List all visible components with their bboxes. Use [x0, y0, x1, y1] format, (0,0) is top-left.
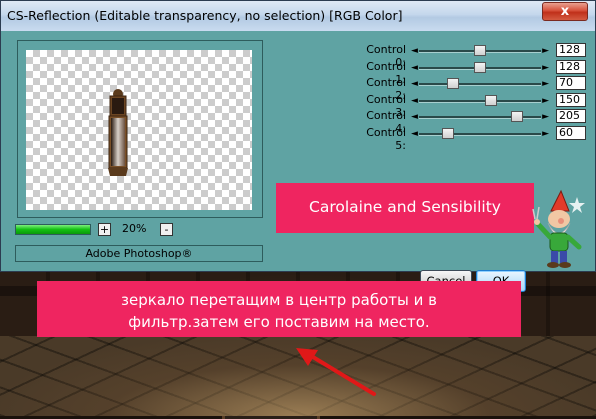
- control-row: Control 4: ◄ ► 205: [346, 109, 586, 135]
- slider-right-arrow-icon[interactable]: ►: [542, 46, 549, 56]
- slider-left-arrow-icon[interactable]: ◄: [411, 112, 418, 122]
- control-row: Control 3: ◄ ► 150: [346, 92, 586, 119]
- control-row: Control 1: ◄ ► 128: [346, 59, 586, 86]
- instruction-note: зеркало перетащим в центр работы и в фил…: [37, 281, 521, 337]
- control-value-field[interactable]: 205: [556, 109, 586, 124]
- control-row: Control 0: ◄ ► 128: [346, 43, 586, 69]
- mirror-image: [108, 89, 128, 176]
- window-title: CS-Reflection (Editable transparency, no…: [7, 8, 403, 23]
- zoom-in-button[interactable]: +: [98, 223, 111, 236]
- preview-panel: [17, 40, 263, 218]
- author-banner-text: Carolaine and Sensibility: [309, 198, 501, 216]
- slider-left-arrow-icon[interactable]: ◄: [411, 46, 418, 56]
- gnome-mascot-icon: [532, 189, 585, 268]
- control-slider[interactable]: ◄ ►: [411, 128, 549, 140]
- control-value-field[interactable]: 128: [556, 43, 586, 57]
- slider-right-arrow-icon[interactable]: ►: [542, 63, 549, 73]
- control-slider[interactable]: ◄ ►: [411, 61, 549, 74]
- slider-track[interactable]: [419, 83, 541, 87]
- slider-thumb[interactable]: [484, 94, 497, 106]
- slider-left-arrow-icon[interactable]: ◄: [411, 63, 418, 73]
- control-value-field[interactable]: 128: [556, 59, 586, 74]
- control-slider[interactable]: ◄ ►: [411, 111, 549, 123]
- slider-left-arrow-icon[interactable]: ◄: [411, 79, 418, 89]
- control-row: Control 5: ◄ ► 60: [346, 126, 586, 152]
- filter-dialog: CS-Reflection (Editable transparency, no…: [0, 0, 596, 292]
- slider-thumb[interactable]: [441, 128, 454, 139]
- slider-thumb[interactable]: [511, 111, 524, 123]
- render-progress-bar: [15, 224, 91, 235]
- slider-track[interactable]: [419, 99, 541, 103]
- slider-thumb[interactable]: [474, 45, 487, 56]
- slider-thumb[interactable]: [446, 78, 459, 90]
- control-label: Control 5:: [366, 126, 406, 152]
- host-label-box: Adobe Photoshop®: [15, 245, 263, 262]
- slider-right-arrow-icon[interactable]: ►: [542, 129, 549, 139]
- author-banner: Carolaine and Sensibility: [276, 183, 534, 233]
- slider-right-arrow-icon[interactable]: ►: [542, 79, 549, 89]
- slider-right-arrow-icon[interactable]: ►: [542, 96, 549, 106]
- close-icon: x: [560, 4, 570, 19]
- close-button[interactable]: x: [542, 2, 588, 21]
- control-value-field[interactable]: 60: [556, 126, 586, 140]
- control-slider[interactable]: ◄ ►: [411, 45, 549, 57]
- control-slider[interactable]: ◄ ►: [411, 78, 549, 90]
- control-row: Control 2: ◄ ► 70: [346, 76, 586, 102]
- slider-track[interactable]: [419, 133, 541, 136]
- control-slider[interactable]: ◄ ►: [411, 94, 549, 107]
- host-label: Adobe Photoshop®: [85, 247, 193, 260]
- zoom-out-button[interactable]: -: [160, 223, 173, 236]
- control-value-field[interactable]: 70: [556, 76, 586, 91]
- slider-thumb[interactable]: [474, 61, 487, 73]
- instruction-line-1: зеркало перетащим в центр работы и в: [121, 291, 437, 309]
- slider-left-arrow-icon[interactable]: ◄: [411, 96, 418, 106]
- slider-left-arrow-icon[interactable]: ◄: [411, 129, 418, 139]
- control-value-field[interactable]: 150: [556, 92, 586, 107]
- pointer-arrow-icon: [296, 348, 376, 396]
- instruction-line-2: фильтр.затем его поставим на место.: [128, 313, 430, 331]
- preview-canvas[interactable]: [26, 50, 252, 210]
- zoom-level: 20%: [122, 222, 147, 235]
- title-bar[interactable]: CS-Reflection (Editable transparency, no…: [1, 1, 595, 31]
- dialog-client: + 20% - Adobe Photoshop® Control 0: ◄ ► 128…: [10, 31, 587, 292]
- slider-right-arrow-icon[interactable]: ►: [542, 112, 549, 122]
